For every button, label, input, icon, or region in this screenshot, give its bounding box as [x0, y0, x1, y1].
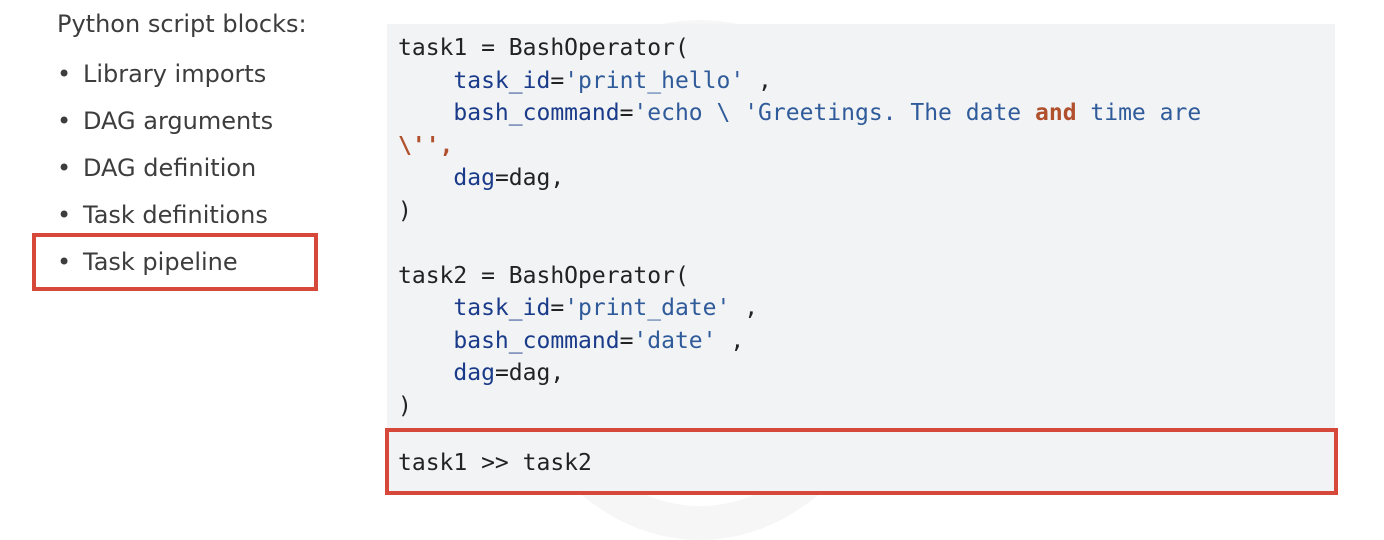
- code-text: task2 = BashOperator(: [398, 262, 689, 289]
- bullet-dot: •: [57, 107, 72, 135]
- code-block: task1 = BashOperator( task_id='print_hel…: [398, 32, 1201, 422]
- code-text: dag,: [508, 165, 565, 191]
- code-string: 'date': [633, 327, 717, 354]
- bullet-item-dag-definition: • DAG definition: [57, 152, 273, 199]
- code-line-task1-assign: task1 = BashOperator(: [398, 32, 1201, 65]
- code-line-pipeline: task1 >> task2: [398, 450, 592, 476]
- bullet-item-dag-arguments: • DAG arguments: [57, 105, 273, 152]
- bullet-dot: •: [57, 154, 72, 182]
- code-text: ): [398, 197, 412, 224]
- bullet-label: Task definitions: [83, 201, 268, 229]
- code-arg-key: bash_command: [453, 327, 620, 354]
- bullet-dot: •: [57, 60, 72, 88]
- code-panel: task1 = BashOperator( task_id='print_hel…: [387, 24, 1335, 493]
- code-line-task1-dag: dag=dag,: [453, 165, 565, 191]
- bullet-dot: •: [57, 201, 72, 229]
- code-arg-key: dag: [453, 165, 495, 191]
- code-string-continuation: \'',: [398, 132, 454, 159]
- code-string: 'echo \ 'Greetings. The date: [633, 100, 1035, 126]
- code-arg-key: task_id: [453, 295, 551, 321]
- code-line-task1-task-id: task_id='print_hello' ,: [453, 67, 772, 94]
- code-keyword: and: [1035, 100, 1077, 126]
- code-line-task1-close: ): [398, 195, 1201, 228]
- sidebar-heading: Python script blocks:: [57, 10, 307, 38]
- code-line-task2-task-id: task_id='print_date' ,: [453, 295, 759, 321]
- code-line-task1-continuation: \'',: [398, 130, 1201, 163]
- code-line-task1-bash-command: bash_command='echo \ 'Greetings. The dat…: [453, 100, 1202, 126]
- code-arg-key: dag: [453, 360, 495, 386]
- code-string: time are: [1076, 100, 1202, 126]
- code-line-task2-assign: task2 = BashOperator(: [398, 260, 1201, 293]
- code-text: ): [398, 392, 412, 419]
- code-line-task2-close: ): [398, 390, 1201, 423]
- code-string: 'print_hello': [564, 67, 745, 94]
- code-text: dag,: [508, 360, 565, 386]
- bullet-label: Library imports: [83, 60, 267, 88]
- bullet-label: DAG arguments: [83, 107, 274, 135]
- highlight-box-task-pipeline: [32, 233, 318, 291]
- code-arg-key: task_id: [453, 67, 551, 94]
- code-text: task1 = BashOperator(: [398, 35, 689, 61]
- code-line-task2-dag: dag=dag,: [453, 360, 565, 386]
- code-string: 'print_date': [564, 295, 731, 321]
- code-arg-key: bash_command: [453, 100, 620, 126]
- code-line-task2-bash-command: bash_command='date' ,: [453, 327, 745, 354]
- bullet-item-library-imports: • Library imports: [57, 58, 273, 105]
- bullet-label: DAG definition: [83, 154, 257, 182]
